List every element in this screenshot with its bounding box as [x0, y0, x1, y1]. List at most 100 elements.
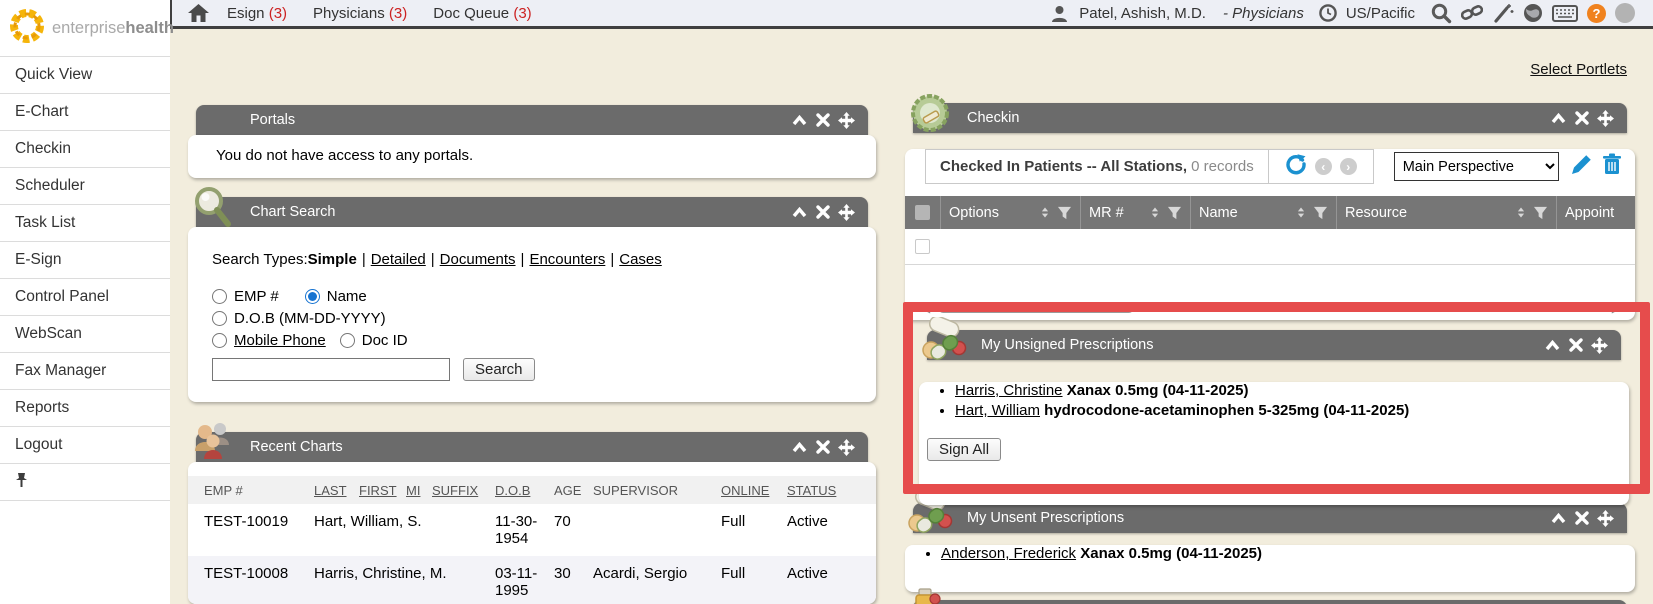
globe-icon[interactable] [1523, 3, 1543, 23]
row-checkbox[interactable] [915, 239, 930, 254]
column-resource[interactable]: Resource [1337, 196, 1557, 229]
search-icon[interactable] [1430, 2, 1452, 24]
column-mr-number[interactable]: MR # [1081, 196, 1191, 229]
logged-in-user[interactable]: Patel, Ashish, M.D. [1079, 5, 1206, 22]
search-type-encounters-link[interactable]: Encounters [529, 251, 605, 268]
column-options[interactable]: Options [941, 196, 1081, 229]
horizontal-scrollbar[interactable]: ◀ ▶ [921, 301, 1621, 314]
col-first[interactable]: FIRST [359, 483, 406, 498]
edit-pencil-icon[interactable] [1571, 153, 1593, 180]
tab-doc-queue[interactable]: Doc Queue (3) [433, 5, 531, 22]
scrollbar-track[interactable] [930, 302, 1612, 313]
collapse-icon[interactable] [791, 440, 808, 455]
column-appointment[interactable]: Appoint [1557, 196, 1635, 229]
sort-icon[interactable] [1294, 205, 1308, 220]
doc-id-radio[interactable] [340, 333, 355, 348]
user-role: - Physicians [1223, 5, 1304, 22]
filter-icon[interactable] [1057, 206, 1072, 220]
sidebar-item-e-sign[interactable]: E-Sign [0, 242, 170, 279]
scroll-right-icon[interactable]: ▶ [1612, 302, 1621, 314]
avatar[interactable] [1615, 3, 1635, 23]
mobile-phone-radio[interactable] [212, 333, 227, 348]
col-mi[interactable]: MI [406, 483, 432, 498]
sort-icon[interactable] [1514, 205, 1528, 220]
perspective-select[interactable]: Main Perspective [1394, 152, 1559, 181]
col-suffix[interactable]: SUFFIX [432, 483, 495, 498]
column-name[interactable]: Name [1191, 196, 1337, 229]
filter-icon[interactable] [1533, 206, 1548, 220]
link-icon[interactable] [1461, 3, 1483, 23]
collapse-icon[interactable] [1550, 511, 1567, 526]
collapse-icon[interactable] [1544, 338, 1561, 353]
filter-icon[interactable] [1313, 206, 1328, 220]
move-icon[interactable] [838, 204, 855, 221]
collapse-icon[interactable] [1550, 111, 1567, 126]
emp-number-radio[interactable] [212, 289, 227, 304]
search-type-detailed-link[interactable]: Detailed [371, 251, 426, 268]
sidebar-item-e-chart[interactable]: E-Chart [0, 94, 170, 131]
col-status[interactable]: STATUS [787, 483, 876, 498]
mobile-phone-label[interactable]: Mobile Phone [234, 332, 326, 349]
patient-link[interactable]: Harris, Christine [955, 382, 1063, 399]
timezone-label[interactable]: US/Pacific [1346, 5, 1415, 22]
sidebar-pin-toggle[interactable] [0, 464, 170, 501]
move-icon[interactable] [1591, 337, 1608, 354]
name-radio[interactable] [305, 289, 320, 304]
help-icon[interactable]: ? [1587, 4, 1606, 23]
refresh-icon[interactable] [1285, 153, 1307, 180]
clock-icon[interactable] [1319, 4, 1337, 22]
sort-icon[interactable] [1038, 205, 1052, 220]
separator: | [431, 251, 435, 268]
move-icon[interactable] [838, 439, 855, 456]
dob-radio[interactable] [212, 311, 227, 326]
move-icon[interactable] [1597, 510, 1614, 527]
close-icon[interactable] [1575, 511, 1589, 525]
col-dob[interactable]: D.O.B [495, 483, 554, 498]
sidebar-item-reports[interactable]: Reports [0, 390, 170, 427]
collapse-icon[interactable] [791, 205, 808, 220]
close-icon[interactable] [816, 113, 830, 127]
keyboard-icon[interactable] [1552, 5, 1578, 22]
scrollbar-thumb[interactable] [938, 302, 1134, 313]
sign-all-button[interactable]: Sign All [927, 438, 1001, 461]
select-all-checkbox[interactable] [905, 196, 941, 229]
move-icon[interactable] [1597, 110, 1614, 127]
sidebar-item-control-panel[interactable]: Control Panel [0, 279, 170, 316]
chart-search-input[interactable] [212, 358, 450, 381]
select-portlets-link[interactable]: Select Portlets [1530, 61, 1627, 78]
sidebar-item-fax-manager[interactable]: Fax Manager [0, 353, 170, 390]
patient-link[interactable]: Anderson, Frederick [941, 545, 1076, 562]
sidebar-item-scheduler[interactable]: Scheduler [0, 168, 170, 205]
filter-icon[interactable] [1167, 206, 1182, 220]
unsigned-rx-window-buttons [1544, 337, 1608, 354]
wand-icon[interactable] [1492, 2, 1514, 24]
sidebar-item-logout[interactable]: Logout [0, 427, 170, 464]
table-row[interactable]: TEST-10008 Harris, Christine, M. 03-11-1… [188, 556, 876, 604]
table-row[interactable]: TEST-10019 Hart, William, S. 11-30-1954 … [188, 504, 876, 556]
close-icon[interactable] [1569, 338, 1583, 352]
sidebar-item-quick-view[interactable]: Quick View [0, 57, 170, 94]
close-icon[interactable] [816, 440, 830, 454]
patient-link[interactable]: Hart, William [955, 402, 1040, 419]
close-icon[interactable] [1575, 111, 1589, 125]
search-type-cases-link[interactable]: Cases [619, 251, 662, 268]
cell-status: Active [787, 513, 876, 530]
move-icon[interactable] [838, 112, 855, 129]
scroll-left-icon[interactable]: ◀ [921, 302, 930, 314]
collapse-icon[interactable] [791, 113, 808, 128]
search-button[interactable]: Search [463, 358, 535, 381]
sidebar-item-checkin[interactable]: Checkin [0, 131, 170, 168]
home-icon[interactable] [188, 4, 209, 22]
search-type-documents-link[interactable]: Documents [440, 251, 516, 268]
next-page-icon[interactable]: › [1340, 158, 1357, 175]
sidebar-item-webscan[interactable]: WebScan [0, 316, 170, 353]
tab-physicians[interactable]: Physicians (3) [313, 5, 407, 22]
sidebar-item-task-list[interactable]: Task List [0, 205, 170, 242]
sort-icon[interactable] [1148, 205, 1162, 220]
close-icon[interactable] [816, 205, 830, 219]
col-last[interactable]: LAST [314, 483, 359, 498]
tab-esign[interactable]: Esign (3) [227, 5, 287, 22]
col-online[interactable]: ONLINE [721, 483, 787, 498]
delete-trash-icon[interactable] [1602, 153, 1622, 180]
prev-page-icon[interactable]: ‹ [1315, 158, 1332, 175]
